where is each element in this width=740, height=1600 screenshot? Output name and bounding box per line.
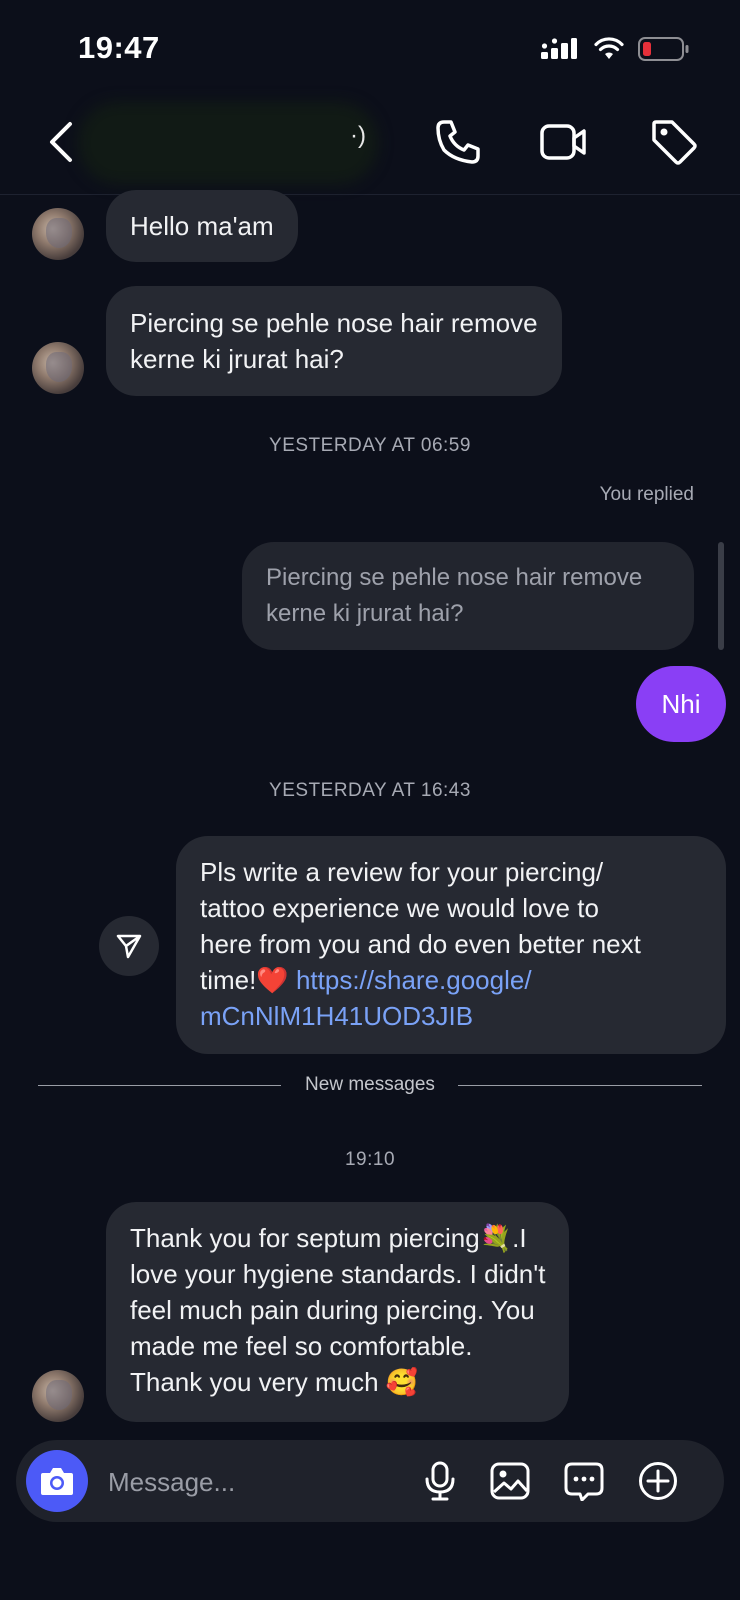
gallery-icon[interactable] [490,1461,530,1501]
heart-emoji: ❤️ [256,965,289,995]
redacted-contact-name[interactable] [78,102,378,184]
message-input[interactable] [106,1460,410,1504]
timestamp: YESTERDAY AT 06:59 [269,435,471,456]
smiling-hearts-emoji: 🥰 [385,1367,419,1397]
share-button[interactable] [99,916,159,976]
timestamp: YESTERDAY AT 16:43 [269,780,471,801]
send-icon [116,934,142,959]
message-text: Thank you for septum piercing [130,1223,480,1253]
avatar[interactable] [32,1370,84,1422]
message-text-line: mCnNlM1H41UOD3JIB [200,998,702,1034]
status-time: 19:47 [78,30,160,65]
message-text-line: Piercing se pehle nose hair remove [130,308,538,338]
contact-name-fragment: ·) [350,122,366,149]
incoming-message[interactable]: Hello ma'am [106,190,298,262]
message-text-line: Thank you for septum piercing💐.I [130,1220,545,1256]
phone-icon[interactable] [432,116,484,168]
signal-icon [541,38,577,59]
quoted-message[interactable]: Piercing se pehle nose hair remove kerne… [242,542,694,650]
message-text-line: tattoo experience we would love to [200,893,599,923]
message-text: Hello ma'am [130,211,274,241]
message-text: Thank you very much [130,1367,379,1397]
sticker-icon[interactable] [564,1461,604,1501]
message-text-line: feel much pain during piercing. You [130,1295,535,1325]
plus-icon[interactable] [638,1461,678,1501]
review-request-message[interactable]: Pls write a review for your piercing/ ta… [176,836,726,1054]
review-link[interactable]: https://share.google/ [296,965,532,995]
tag-icon[interactable] [648,116,700,168]
microphone-icon[interactable] [420,1461,460,1501]
message-text-line: here from you and do even better next [200,929,641,959]
camera-icon [41,1468,73,1495]
timestamp: 19:10 [344,1149,396,1170]
chat-header: ·) [0,96,740,195]
wifi-icon [594,37,624,59]
chat-screen: 19:47 ·) Hello ma'am Piercing se pehle n… [0,0,740,1600]
incoming-message[interactable]: Thank you for septum piercing💐.I love yo… [106,1202,570,1422]
replied-label: You replied [599,484,694,505]
back-icon[interactable] [42,118,82,166]
divider-line [458,1085,702,1086]
message-text: time! [200,965,257,995]
avatar[interactable] [32,208,84,260]
camera-button[interactable] [26,1450,88,1512]
review-link[interactable]: mCnNlM1H41UOD3JIB [200,1001,473,1031]
message-text-line: Thank you very much 🥰 [130,1364,545,1400]
outgoing-message[interactable]: Nhi [636,666,726,742]
message-text-line: kerne ki jrurat hai? [130,344,344,374]
message-text-line: Pls write a review for your piercing/ [200,857,604,887]
avatar[interactable] [32,342,84,394]
battery-icon [638,37,689,61]
video-icon[interactable] [538,116,590,168]
message-text-line: made me feel so comfortable. [130,1331,473,1361]
message-text-line: time!❤️ https://share.google/ [200,962,702,998]
message-composer [16,1440,724,1522]
quoted-text-line: Piercing se pehle nose hair remove [266,564,643,591]
flower-emoji: 💐 [479,1223,513,1253]
message-text: .I [512,1223,527,1253]
quoted-text-line: kerne ki jrurat hai? [266,600,464,627]
reply-indicator-bar [718,542,724,650]
incoming-message[interactable]: Piercing se pehle nose hair remove kerne… [106,286,562,396]
message-text-line: love your hygiene standards. I didn't [130,1259,546,1289]
status-bar: 19:47 [0,0,740,96]
